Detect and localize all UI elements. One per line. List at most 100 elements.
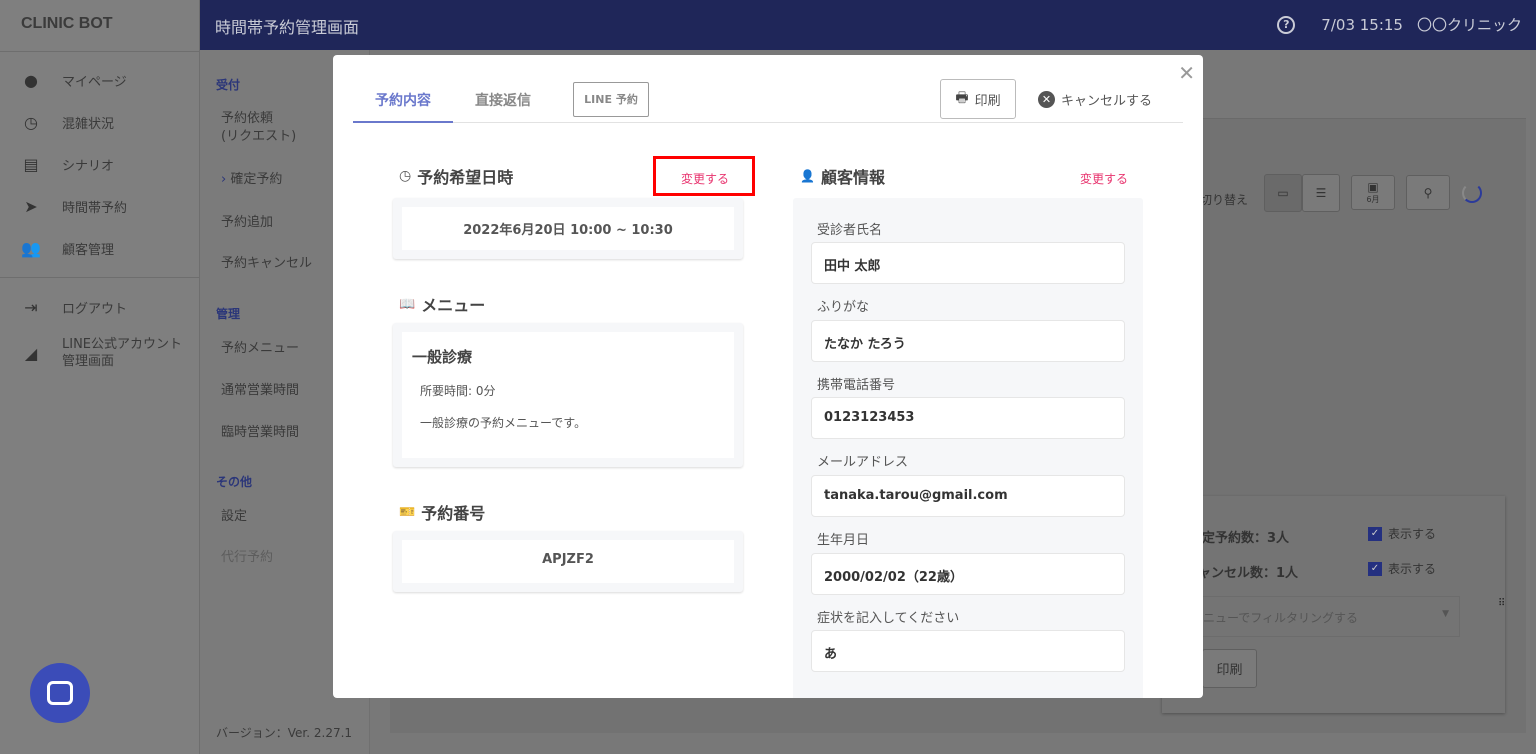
- subnav-hours[interactable]: 通常営業時間: [221, 382, 299, 400]
- sidebar-item-customers[interactable]: 👥 顧客管理: [0, 227, 199, 269]
- page-title: 時間帯予約管理画面: [215, 18, 360, 37]
- show-confirmed-checkbox[interactable]: ✓ 表示する: [1368, 525, 1436, 542]
- tab-divider: [353, 122, 1183, 123]
- section-manage: 管理: [216, 307, 241, 321]
- field-label: 症状を記入してください: [817, 611, 960, 626]
- subnav-menu[interactable]: 予約メニュー: [221, 340, 299, 358]
- field-phone: 0123123453: [811, 397, 1125, 439]
- checkbox-checked-icon: ✓: [1368, 561, 1382, 576]
- tab-reservation-details[interactable]: 予約内容: [375, 90, 431, 110]
- label: (リクエスト): [221, 129, 297, 144]
- logout-icon: ⇥: [24, 297, 38, 317]
- field-label: 生年月日: [817, 533, 870, 548]
- datetime-value: 2022年6月20日 10:00 ~ 10:30: [402, 207, 734, 250]
- tab-direct-reply[interactable]: 直接返信: [475, 90, 531, 110]
- customer-section-title: 👤 顧客情報: [800, 164, 885, 188]
- month-button[interactable]: ▣ 6月: [1351, 175, 1395, 210]
- reservation-modal: ✕ 予約内容 直接返信 LINE 予約 🖶 印刷 ✕ キャンセルする ◷ 予約希望日時…: [333, 55, 1203, 698]
- field-label: メールアドレス: [817, 455, 909, 470]
- list-view-button[interactable]: ☰: [1302, 174, 1340, 212]
- sidebar-item-congestion[interactable]: ◷ 混雑状況: [0, 101, 199, 143]
- print-button[interactable]: 🖶 印刷: [940, 79, 1016, 119]
- close-circle-icon: ✕: [1038, 91, 1055, 108]
- top-bar: 時間帯予約管理画面 ? 7/03 15:15 〇〇クリニック: [200, 0, 1536, 50]
- label: キャンセルする: [1061, 94, 1153, 109]
- menu-name: 一般診療: [412, 348, 473, 366]
- sidebar-item-time-reservation[interactable]: ➤ 時間帯予約: [0, 185, 199, 227]
- print-button-bg[interactable]: 印刷: [1202, 649, 1257, 688]
- section-reception: 受付: [216, 78, 241, 92]
- subnav-request[interactable]: 予約依頼 (リクエスト): [221, 110, 296, 146]
- clock-icon: ◷: [399, 168, 412, 184]
- month-label: 6月: [1366, 195, 1380, 204]
- sidebar-item-label: 顧客管理: [62, 242, 115, 258]
- cancel-reservation-button[interactable]: ✕ キャンセルする: [1038, 90, 1152, 109]
- calendar-icon: ▣: [1367, 180, 1379, 194]
- subnav-proxy[interactable]: 代行予約: [221, 549, 273, 567]
- sidebar-item-label: シナリオ: [62, 158, 115, 174]
- clinic-name[interactable]: 〇〇クリニック: [1417, 14, 1522, 35]
- line-admin-label: 管理画面: [62, 354, 115, 369]
- sidebar-item-mypage[interactable]: ● マイページ: [0, 59, 199, 101]
- field-furigana: たなか たろう: [811, 320, 1125, 362]
- title: 顧客情報: [820, 168, 885, 187]
- subnav-settings[interactable]: 設定: [221, 508, 247, 526]
- line-admin-label: LINE公式アカウント: [62, 337, 183, 352]
- sidebar-item-label: 混雑状況: [62, 116, 115, 132]
- subnav-add[interactable]: 予約追加: [221, 214, 273, 232]
- chevron-right-icon: ›: [221, 172, 227, 187]
- people-icon: 👥: [21, 238, 41, 258]
- reservation-number: APJZF2: [402, 540, 734, 583]
- drag-handle-icon[interactable]: ⠿: [1498, 598, 1505, 609]
- field-birthdate: 2000/02/02（22歳）: [811, 553, 1125, 595]
- tab-line-reservation[interactable]: LINE 予約: [573, 82, 649, 117]
- list-icon: ▤: [23, 154, 39, 174]
- label: 印刷: [1216, 663, 1243, 678]
- divider: [0, 277, 199, 278]
- subnav-cancel[interactable]: 予約キャンセル: [221, 255, 312, 273]
- edit-datetime-link[interactable]: 変更する: [681, 170, 729, 187]
- placeholder: ニューでフィルタリングする: [1203, 611, 1359, 625]
- customer-card: 受診者氏名 田中 太郎 ふりがな たなか たろう 携帯電話番号 01231234…: [793, 198, 1143, 698]
- label: 確定予約: [230, 172, 283, 187]
- subnav-confirmed[interactable]: › 確定予約: [221, 171, 282, 189]
- subnav-temp-hours[interactable]: 臨時営業時間: [221, 424, 299, 442]
- menu-section-title: 📖 メニュー: [399, 292, 485, 316]
- menu-duration: 所要時間: 0分: [420, 384, 496, 398]
- search-button[interactable]: ⚲: [1406, 175, 1450, 210]
- field-label: ふりがな: [817, 300, 870, 315]
- label: 表示する: [1388, 527, 1437, 541]
- menu-card: 一般診療 所要時間: 0分 一般診療の予約メニューです。: [393, 323, 743, 467]
- calendar-view-button[interactable]: ▭: [1264, 174, 1302, 212]
- label: 予約依頼: [221, 111, 274, 126]
- sidebar: ● マイページ ◷ 混雑状況 ▤ シナリオ ➤ 時間帯予約 👥 顧客管理 ⇥ ログアウト ◢…: [0, 52, 200, 754]
- chat-launcher-button[interactable]: [30, 663, 90, 723]
- close-icon[interactable]: ✕: [1178, 61, 1195, 85]
- field-email: tanaka.tarou@gmail.com: [811, 475, 1125, 517]
- edit-customer-link[interactable]: 変更する: [1080, 170, 1128, 187]
- sidebar-item-logout[interactable]: ⇥ ログアウト: [0, 286, 199, 328]
- chat-icon: [47, 681, 73, 705]
- menu-description: 一般診療の予約メニューです。: [420, 416, 587, 430]
- ticket-icon: 🎫: [399, 504, 416, 520]
- number-section-title: 🎫 予約番号: [399, 500, 485, 524]
- brand-logo: CLINIC BOT: [0, 0, 200, 52]
- datetime-section-title: ◷ 予約希望日時: [399, 164, 513, 188]
- send-icon: ➤: [24, 196, 38, 216]
- title: 予約希望日時: [417, 168, 514, 187]
- section-other: その他: [216, 475, 253, 489]
- sidebar-item-label: ログアウト: [62, 301, 128, 317]
- cancel-count: ャンセル数：1人: [1198, 566, 1299, 581]
- search-icon: ⚲: [1423, 185, 1433, 200]
- show-cancel-checkbox[interactable]: ✓ 表示する: [1368, 560, 1436, 577]
- datetime-card: 2022年6月20日 10:00 ~ 10:30: [393, 198, 743, 259]
- sidebar-item-scenario[interactable]: ▤ シナリオ: [0, 143, 199, 185]
- account-circle-icon: ●: [24, 70, 38, 90]
- sidebar-item-line-admin[interactable]: ◢ LINE公式アカウント 管理画面: [0, 328, 199, 378]
- person-icon: 👤: [800, 169, 815, 183]
- datetime: 7/03 15:15: [1321, 15, 1403, 34]
- help-icon[interactable]: ?: [1277, 15, 1296, 34]
- title: 予約番号: [421, 504, 486, 523]
- menu-filter-select[interactable]: ニューでフィルタリングする ▼: [1202, 596, 1460, 637]
- summary-panel: 定予約数：3人 ャンセル数：1人 ✓ 表示する ✓ 表示する ニューでフィルタリング…: [1162, 496, 1505, 713]
